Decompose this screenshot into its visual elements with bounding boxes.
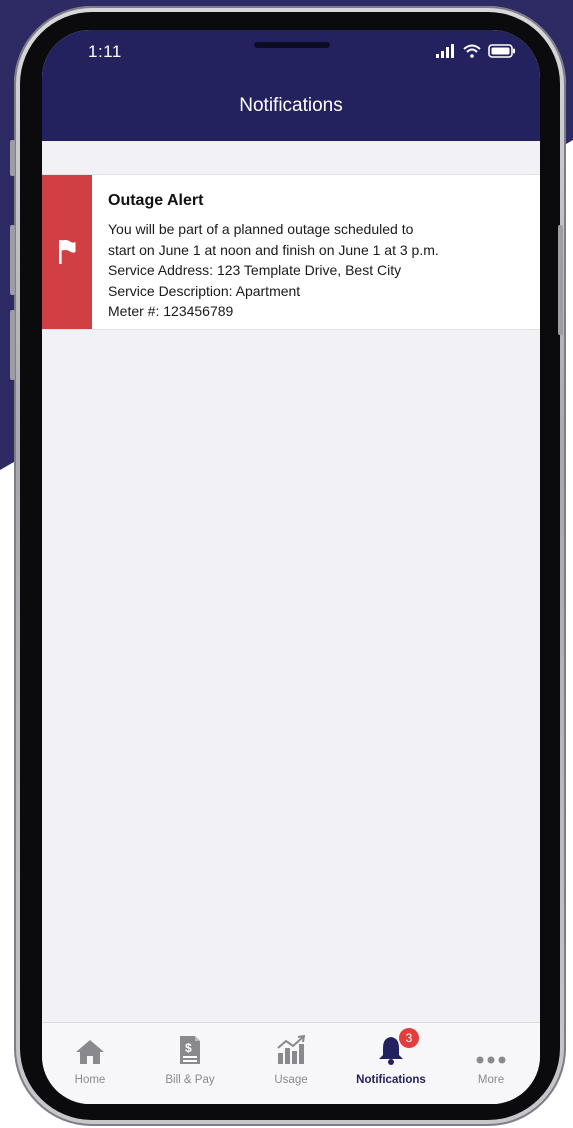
notification-line: You will be part of a planned outage sch… [108, 221, 414, 237]
status-icons [436, 44, 516, 58]
volume-down-button [10, 310, 15, 380]
tab-more[interactable]: More [446, 1031, 536, 1086]
tab-label: Home [74, 1074, 106, 1086]
notification-badge: 3 [399, 1028, 419, 1048]
tab-label: Usage [274, 1074, 308, 1086]
speaker-notch [254, 42, 330, 48]
volume-up-button [10, 225, 15, 295]
home-icon [76, 1040, 104, 1064]
flag-icon [59, 239, 76, 264]
tab-bar: Home $ Bill & Pay Usage 3 Notifications … [42, 1022, 540, 1104]
tab-bill-pay[interactable]: $ Bill & Pay [145, 1031, 235, 1086]
app-screen: 1:11 Notifications Outage Alert You will… [42, 30, 540, 1104]
notification-card[interactable]: Outage Alert You will be part of a plann… [42, 174, 540, 330]
bill-icon: $ [180, 1036, 200, 1064]
notification-line: Service Address: 123 Template Drive, Bes… [108, 262, 402, 279]
tab-notifications[interactable]: 3 Notifications [346, 1028, 436, 1086]
wifi-icon [463, 44, 481, 58]
tab-home[interactable]: Home [45, 1031, 135, 1086]
status-time: 1:11 [88, 42, 122, 61]
notification-content: Outage Alert You will be part of a plann… [92, 175, 439, 329]
tab-label: More [477, 1074, 505, 1086]
alert-accent [42, 175, 92, 329]
svg-text:$: $ [185, 1041, 192, 1055]
page-title: Notifications [239, 95, 343, 116]
tab-label: Notifications [356, 1074, 426, 1086]
battery-icon [488, 44, 515, 58]
signal-icon [436, 44, 454, 58]
tab-label: Bill & Pay [165, 1074, 215, 1086]
notification-line: Meter #: 123456789 [108, 303, 234, 320]
usage-chart-icon [277, 1035, 306, 1064]
notification-line: Service Description: Apartment [108, 282, 301, 299]
more-icon [476, 1056, 506, 1064]
tab-usage[interactable]: Usage [246, 1031, 336, 1086]
notification-line: start on June 1 at noon and finish on Ju… [108, 241, 439, 258]
mute-switch [10, 140, 15, 176]
app-header: 1:11 Notifications [42, 30, 540, 141]
notification-title: Outage Alert [108, 192, 204, 209]
power-button [558, 225, 563, 335]
